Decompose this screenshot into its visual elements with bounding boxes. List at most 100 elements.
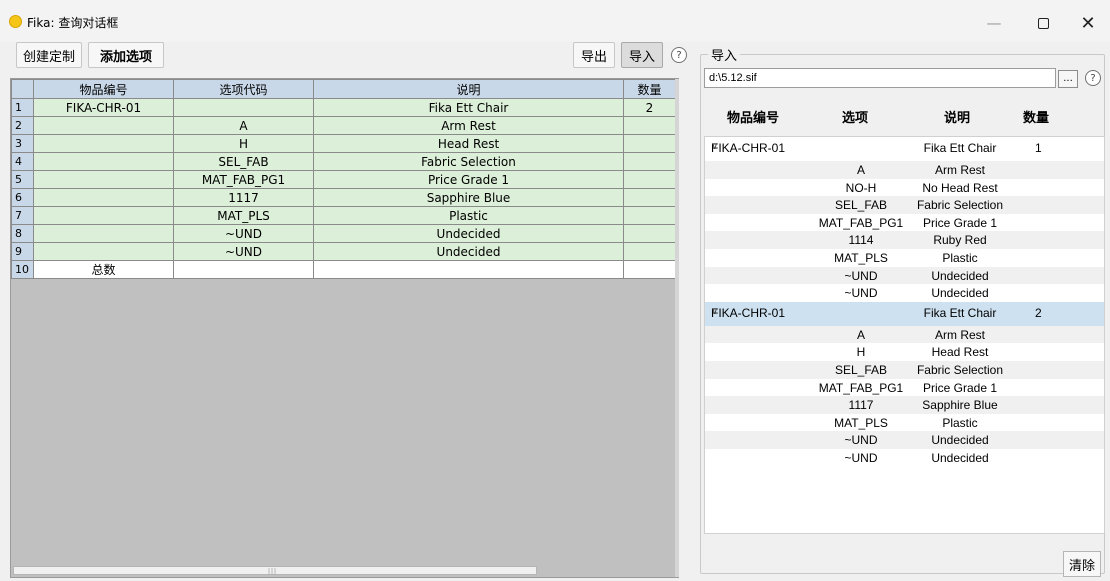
import-button[interactable]: 导入 <box>621 42 663 68</box>
item-cell[interactable] <box>33 188 174 207</box>
tree-option-row[interactable]: ~UND Undecided <box>705 284 1104 302</box>
qty-cell[interactable] <box>623 170 676 189</box>
tree-option-row[interactable]: NO-H No Head Rest <box>705 179 1104 197</box>
chevron-down-icon[interactable]: ∨ <box>711 306 718 317</box>
tree-option-row[interactable]: 1114 Ruby Red <box>705 231 1104 249</box>
import-help-icon[interactable]: ? <box>1085 70 1101 86</box>
minimize-button[interactable]: — <box>974 10 1014 36</box>
export-button[interactable]: 导出 <box>573 42 615 68</box>
table-row[interactable]: 7 MAT_PLS Plastic <box>11 206 676 225</box>
desc-cell[interactable]: Fabric Selection <box>313 152 624 171</box>
qty-cell[interactable] <box>623 242 676 261</box>
maximize-button[interactable] <box>1023 10 1063 36</box>
table-row[interactable]: 9 ~UND Undecided <box>11 242 676 261</box>
item-cell[interactable]: 总数 <box>33 260 174 279</box>
tree-option-row[interactable]: A Arm Rest <box>705 325 1104 344</box>
import-tree[interactable]: ∨ FIKA-CHR-01 Fika Ett Chair 1 A Arm Rest NO-H… <box>704 136 1105 534</box>
qty-cell[interactable] <box>623 206 676 225</box>
table-row[interactable]: 3 H Head Rest <box>11 134 676 153</box>
table-row[interactable]: 1 FIKA-CHR-01 Fika Ett Chair 2 <box>11 98 676 117</box>
tree-option-row[interactable]: H Head Rest <box>705 343 1104 361</box>
item-cell[interactable] <box>33 152 174 171</box>
tree-group-row[interactable]: ∨ FIKA-CHR-01 Fika Ett Chair 1 <box>705 137 1104 161</box>
order-grid[interactable]: 物品编号 选项代码 说明 数量 1 FIKA-CHR-01 Fika Ett Cha… <box>10 78 679 578</box>
column-header-item[interactable]: 物品编号 <box>33 79 174 99</box>
qty-cell[interactable] <box>623 152 676 171</box>
table-row[interactable]: 4 SEL_FAB Fabric Selection <box>11 152 676 171</box>
tree-option-row[interactable]: ~UND Undecided <box>705 449 1104 467</box>
tree-option-row[interactable]: SEL_FAB Fabric Selection <box>705 196 1104 214</box>
browse-button[interactable]: ... <box>1058 70 1078 88</box>
row-number[interactable]: 2 <box>11 116 34 135</box>
qty-cell[interactable] <box>623 116 676 135</box>
row-number[interactable]: 6 <box>11 188 34 207</box>
tree-option-row[interactable]: ~UND Undecided <box>705 431 1104 449</box>
desc-cell[interactable] <box>313 260 624 279</box>
code-cell[interactable]: SEL_FAB <box>173 152 314 171</box>
desc-cell[interactable]: Price Grade 1 <box>313 170 624 189</box>
item-cell[interactable] <box>33 206 174 225</box>
row-number[interactable]: 7 <box>11 206 34 225</box>
item-cell[interactable] <box>33 170 174 189</box>
qty-cell[interactable] <box>623 188 676 207</box>
row-number[interactable]: 9 <box>11 242 34 261</box>
code-cell[interactable] <box>173 98 314 117</box>
row-number[interactable]: 5 <box>11 170 34 189</box>
code-cell[interactable]: A <box>173 116 314 135</box>
tree-option-row[interactable]: ~UND Undecided <box>705 266 1104 285</box>
desc-cell[interactable]: Sapphire Blue <box>313 188 624 207</box>
add-option-button[interactable]: 添加选项 <box>88 42 164 68</box>
tree-option-row[interactable]: A Arm Rest <box>705 161 1104 179</box>
item-cell[interactable]: FIKA-CHR-01 <box>33 98 174 117</box>
tree-option-row[interactable]: MAT_PLS Plastic <box>705 249 1104 267</box>
code-cell[interactable]: H <box>173 134 314 153</box>
tree-group-row[interactable]: ∨ FIKA-CHR-01 Fika Ett Chair 2 <box>705 301 1104 326</box>
qty-cell[interactable] <box>623 260 676 279</box>
help-icon[interactable]: ? <box>671 47 687 63</box>
qty-cell[interactable] <box>623 134 676 153</box>
qty-cell[interactable] <box>623 224 676 243</box>
column-header-qty[interactable]: 数量 <box>623 79 676 99</box>
row-number[interactable]: 8 <box>11 224 34 243</box>
tree-option-row[interactable]: MAT_FAB_PG1 Price Grade 1 <box>705 214 1104 232</box>
desc-cell[interactable]: Head Rest <box>313 134 624 153</box>
table-row[interactable]: 2 A Arm Rest <box>11 116 676 135</box>
row-number[interactable]: 4 <box>11 152 34 171</box>
tree-option-row[interactable]: MAT_FAB_PG1 Price Grade 1 <box>705 379 1104 397</box>
tree-option-row[interactable]: 1117 Sapphire Blue <box>705 396 1104 414</box>
code-cell[interactable]: ~UND <box>173 242 314 261</box>
column-header-code[interactable]: 选项代码 <box>173 79 314 99</box>
qty-cell[interactable]: 2 <box>623 98 676 117</box>
desc-cell[interactable]: Plastic <box>313 206 624 225</box>
clear-button[interactable]: 清除 <box>1063 551 1101 577</box>
table-row[interactable]: 8 ~UND Undecided <box>11 224 676 243</box>
table-row[interactable]: 10 总数 <box>11 260 676 279</box>
item-cell[interactable] <box>33 242 174 261</box>
import-path-field[interactable]: d:\5.12.sif <box>704 68 1056 88</box>
desc-cell[interactable]: Undecided <box>313 242 624 261</box>
desc-cell[interactable]: Undecided <box>313 224 624 243</box>
row-number[interactable]: 10 <box>11 260 34 279</box>
code-cell[interactable]: MAT_PLS <box>173 206 314 225</box>
item-cell[interactable] <box>33 224 174 243</box>
code-cell[interactable]: ~UND <box>173 224 314 243</box>
table-row[interactable]: 5 MAT_FAB_PG1 Price Grade 1 <box>11 170 676 189</box>
grid-corner[interactable] <box>11 79 34 99</box>
table-row[interactable]: 6 1117 Sapphire Blue <box>11 188 676 207</box>
item-cell[interactable] <box>33 116 174 135</box>
code-cell[interactable] <box>173 260 314 279</box>
row-number[interactable]: 1 <box>11 98 34 117</box>
row-number[interactable]: 3 <box>11 134 34 153</box>
tree-option-row[interactable]: SEL_FAB Fabric Selection <box>705 361 1104 379</box>
horizontal-scrollbar[interactable]: ||| <box>13 566 537 575</box>
create-custom-button[interactable]: 创建定制 <box>16 42 82 68</box>
code-cell[interactable]: 1117 <box>173 188 314 207</box>
desc-cell[interactable]: Fika Ett Chair <box>313 98 624 117</box>
code-cell[interactable]: MAT_FAB_PG1 <box>173 170 314 189</box>
close-button[interactable]: ✕ <box>1068 10 1108 36</box>
tree-option-row[interactable]: MAT_PLS Plastic <box>705 414 1104 432</box>
desc-cell[interactable]: Arm Rest <box>313 116 624 135</box>
column-header-desc[interactable]: 说明 <box>313 79 624 99</box>
item-cell[interactable] <box>33 134 174 153</box>
chevron-down-icon[interactable]: ∨ <box>711 141 718 152</box>
